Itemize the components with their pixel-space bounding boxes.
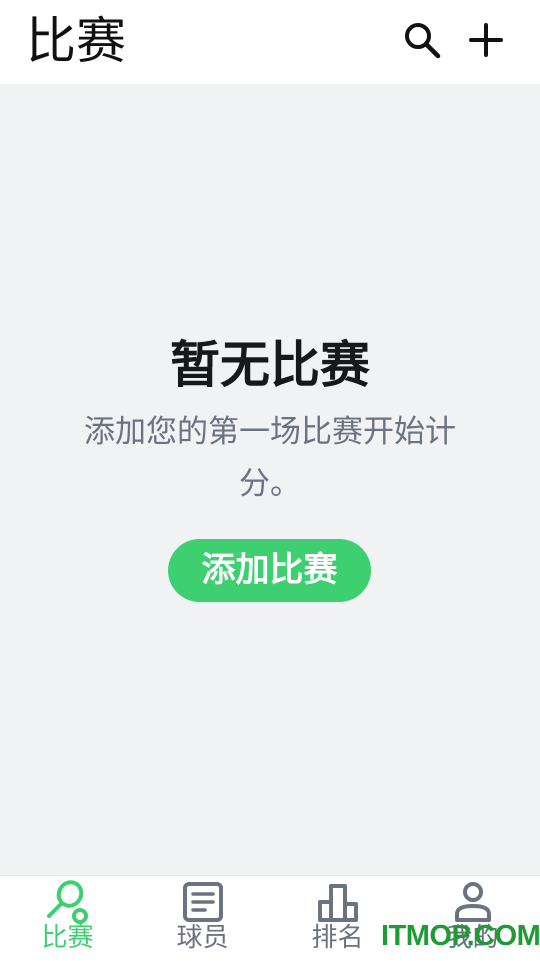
search-button[interactable] — [400, 18, 444, 62]
tab-matches-label: 比赛 — [41, 923, 94, 953]
empty-state: 暂无比赛 添加您的第一场比赛开始计分。 — [0, 330, 540, 510]
podium-icon — [318, 884, 358, 922]
empty-state-title: 暂无比赛 — [170, 336, 370, 394]
empty-state-description: 添加您的第一场比赛开始计分。 — [84, 414, 456, 502]
watermark: ITMOP.COM — [381, 920, 540, 952]
add-button[interactable] — [464, 18, 508, 62]
search-icon — [405, 23, 441, 59]
app-header: 比赛 — [0, 0, 540, 84]
add-match-button[interactable]: 添加比赛 — [168, 539, 371, 602]
tab-players-label: 球员 — [176, 923, 229, 953]
racket-icon — [47, 880, 88, 924]
page-title: 比赛 — [26, 12, 126, 70]
list-icon — [183, 882, 223, 922]
tab-players[interactable]: 球员 — [135, 876, 270, 961]
tab-matches[interactable]: 比赛 — [0, 876, 135, 961]
plus-icon — [469, 23, 503, 57]
